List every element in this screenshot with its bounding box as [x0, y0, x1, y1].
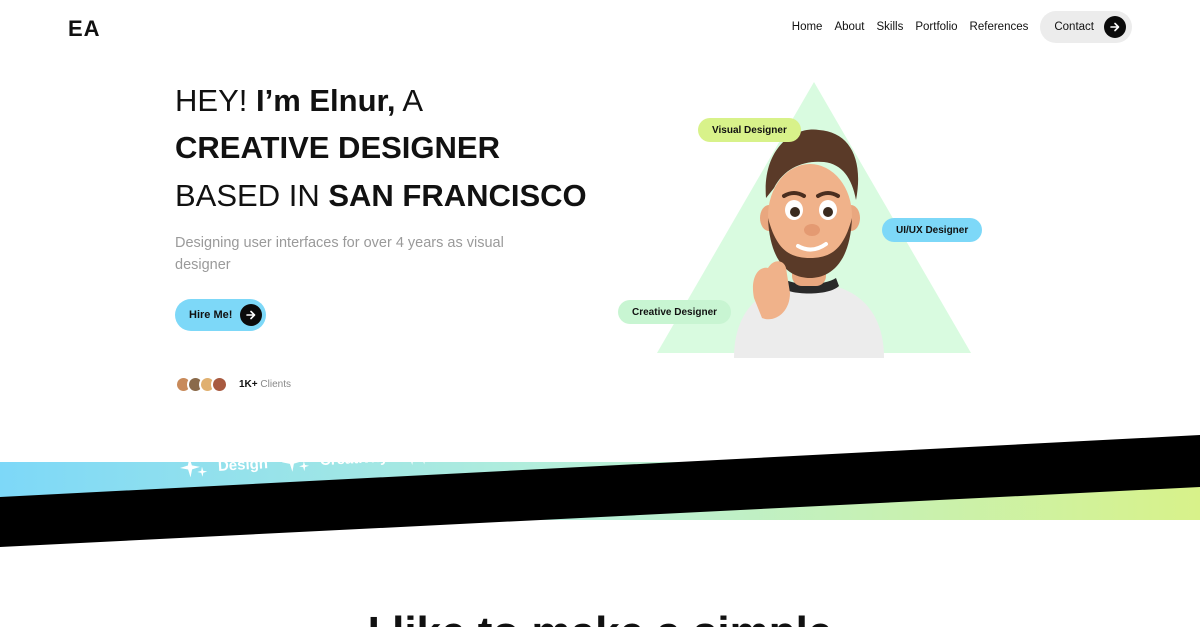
main-nav: Home About Skills Portfolio References C…: [792, 11, 1132, 43]
sparkle-icon: [752, 425, 780, 446]
marquee-item: Visual: [656, 425, 739, 454]
clients-count: 1K+ Clients: [239, 379, 291, 390]
nav-portfolio[interactable]: Portfolio: [915, 21, 957, 33]
nav-skills[interactable]: Skills: [877, 21, 904, 33]
marquee-item: Design: [179, 451, 268, 480]
sparkle-icon: [402, 445, 430, 466]
logo[interactable]: EA: [68, 16, 101, 42]
tag-visual-designer: Visual Designer: [698, 118, 801, 142]
arrow-right-icon: [240, 304, 263, 326]
hero-line-2: CREATIVE DESIGNER: [175, 130, 500, 165]
hire-me-button[interactable]: Hire Me!: [175, 299, 267, 331]
memoji-avatar-image: [734, 129, 884, 358]
sparkle-icon: [281, 451, 310, 472]
arrow-right-icon: [1104, 16, 1126, 38]
clients-summary: 1K+ Clients: [175, 376, 291, 393]
hero-line-1: HEY! I’m Elnur, A: [175, 83, 424, 118]
hero-line-3: BASED IN SAN FRANCISCO: [175, 178, 587, 213]
hire-me-label: Hire Me!: [189, 309, 233, 321]
section-heading: I like to make a simple: [0, 608, 1200, 627]
tag-uiux-designer: UI/UX Designer: [882, 218, 983, 242]
sparkle-icon: [548, 436, 576, 457]
hero-subtitle: Designing user interfaces for over 4 yea…: [175, 235, 504, 273]
nav-home[interactable]: Home: [792, 21, 823, 33]
sparkle-icon: [180, 457, 208, 478]
nav-references[interactable]: References: [970, 21, 1029, 33]
sparkle-icon: [656, 430, 684, 451]
contact-button[interactable]: Contact: [1040, 11, 1132, 43]
client-avatar: [211, 376, 228, 393]
marquee-item: [952, 411, 991, 437]
marquee-item: UI/UX: [752, 420, 831, 448]
nav-about[interactable]: About: [834, 21, 864, 33]
tag-creative-designer: Creative Designer: [618, 300, 732, 324]
client-avatars: [175, 376, 228, 393]
sparkle-icon: [952, 414, 980, 435]
sparkle-icon: [844, 420, 872, 441]
contact-label: Contact: [1054, 21, 1094, 33]
